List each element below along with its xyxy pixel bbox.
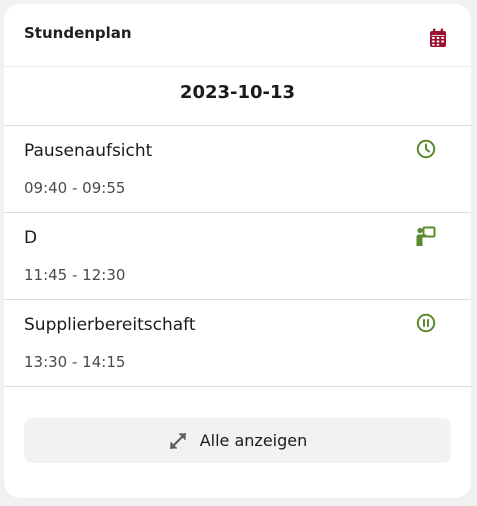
expand-icon: [169, 432, 186, 449]
pause-circle-icon: [416, 313, 436, 333]
clock-icon: [416, 139, 436, 159]
entry-title: D: [24, 228, 38, 248]
calendar-icon[interactable]: [429, 28, 447, 48]
schedule-date: 2023-10-13: [179, 82, 296, 103]
timetable-widget: Stundenplan 2023-10-13 Pausenaufsicht 09…: [4, 4, 471, 498]
show-all-button[interactable]: Alle anzeigen: [24, 418, 451, 463]
widget-title: Stundenplan: [24, 24, 132, 42]
entry-title: Supplierbereitschaft: [24, 315, 196, 335]
date-row: 2023-10-13: [4, 67, 471, 126]
entry-time: 09:40 - 09:55: [24, 179, 126, 197]
entry-title: Pausenaufsicht: [24, 141, 153, 161]
teacher-board-icon: [416, 226, 436, 246]
show-all-label: Alle anzeigen: [199, 431, 308, 450]
timetable-entry[interactable]: D 11:45 - 12:30: [4, 213, 471, 300]
timetable-entry[interactable]: Pausenaufsicht 09:40 - 09:55: [4, 126, 471, 213]
widget-header: Stundenplan: [4, 4, 471, 67]
timetable-entry[interactable]: Supplierbereitschaft 13:30 - 14:15: [4, 300, 471, 387]
entry-time: 11:45 - 12:30: [24, 266, 126, 284]
entry-time: 13:30 - 14:15: [24, 353, 126, 371]
